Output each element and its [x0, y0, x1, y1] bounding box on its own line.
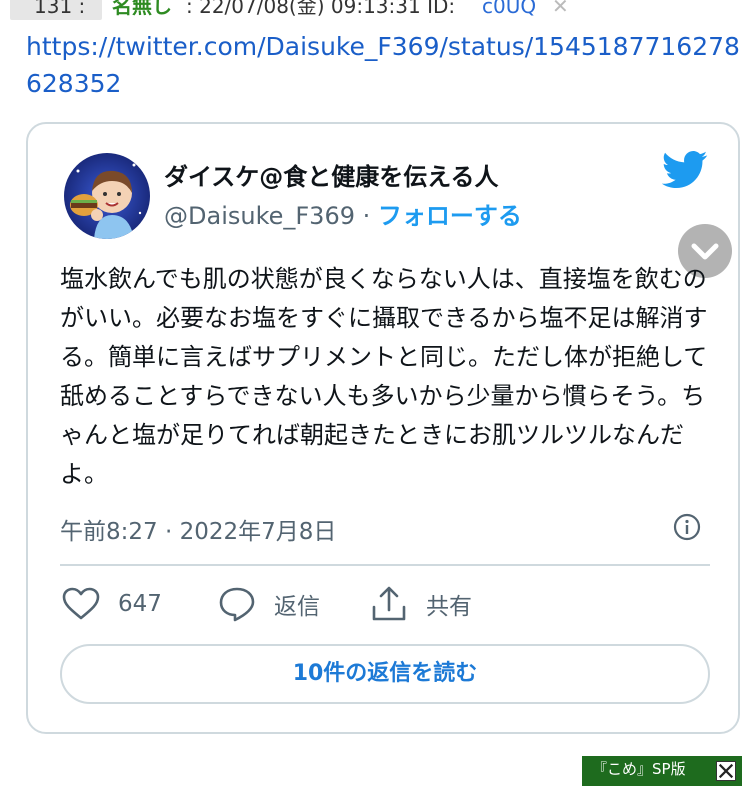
poster-id-link[interactable]: c0UQ — [482, 0, 536, 20]
share-label: 共有 — [426, 594, 472, 620]
close-icon[interactable]: ✕ — [552, 0, 569, 20]
follow-button[interactable]: フォローする — [378, 202, 522, 230]
tweet-timestamp[interactable]: 午前8:27 · 2022年7月8日 — [60, 512, 336, 546]
divider — [60, 564, 710, 566]
reply-label: 返信 — [274, 594, 320, 620]
close-icon[interactable] — [716, 761, 736, 781]
reply-bubble-icon — [219, 587, 255, 622]
tweet-display-name[interactable]: ダイスケ@食と健康を伝える人 — [164, 157, 499, 192]
poster-name: 名無し — [112, 0, 172, 18]
tweet-handle-row: @Daisuke_F369 · フォローする — [164, 196, 522, 231]
tweet-text: 塩水飲んでも肌の状態が良くならない人は、直接塩を飲むのがいい。必要なお塩をすぐに… — [60, 265, 708, 488]
twitter-bird-icon[interactable] — [662, 150, 708, 190]
post-date: : 22/07/08(金) 09:13:31 ID: — [186, 0, 456, 18]
share-button[interactable]: 共有 — [370, 584, 472, 624]
sp-version-label: 『こめ』SP版 — [592, 760, 686, 778]
avatar[interactable] — [64, 153, 150, 239]
handle-separator: · — [355, 202, 378, 230]
post-header: 131 : 名無し : 22/07/08(金) 09:13:31 ID: c0U… — [0, 0, 750, 20]
like-count: 647 — [118, 591, 162, 617]
tweet-url-link[interactable]: https://twitter.com/Daisuke_F369/status/… — [26, 28, 741, 102]
post-number: 131 : — [34, 0, 86, 18]
sp-version-badge[interactable]: 『こめ』SP版 — [582, 756, 742, 786]
info-icon[interactable] — [672, 512, 702, 542]
share-icon — [372, 586, 406, 621]
reply-button[interactable]: 返信 — [218, 584, 320, 624]
like-button[interactable]: 647 — [62, 584, 162, 624]
tweet-handle[interactable]: @Daisuke_F369 — [164, 202, 355, 230]
tweet-embed-card: ダイスケ@食と健康を伝える人 @Daisuke_F369 · フォローする 塩水… — [26, 122, 740, 734]
read-replies-button[interactable]: 10件の返信を読む — [60, 644, 710, 704]
heart-icon — [62, 587, 100, 620]
